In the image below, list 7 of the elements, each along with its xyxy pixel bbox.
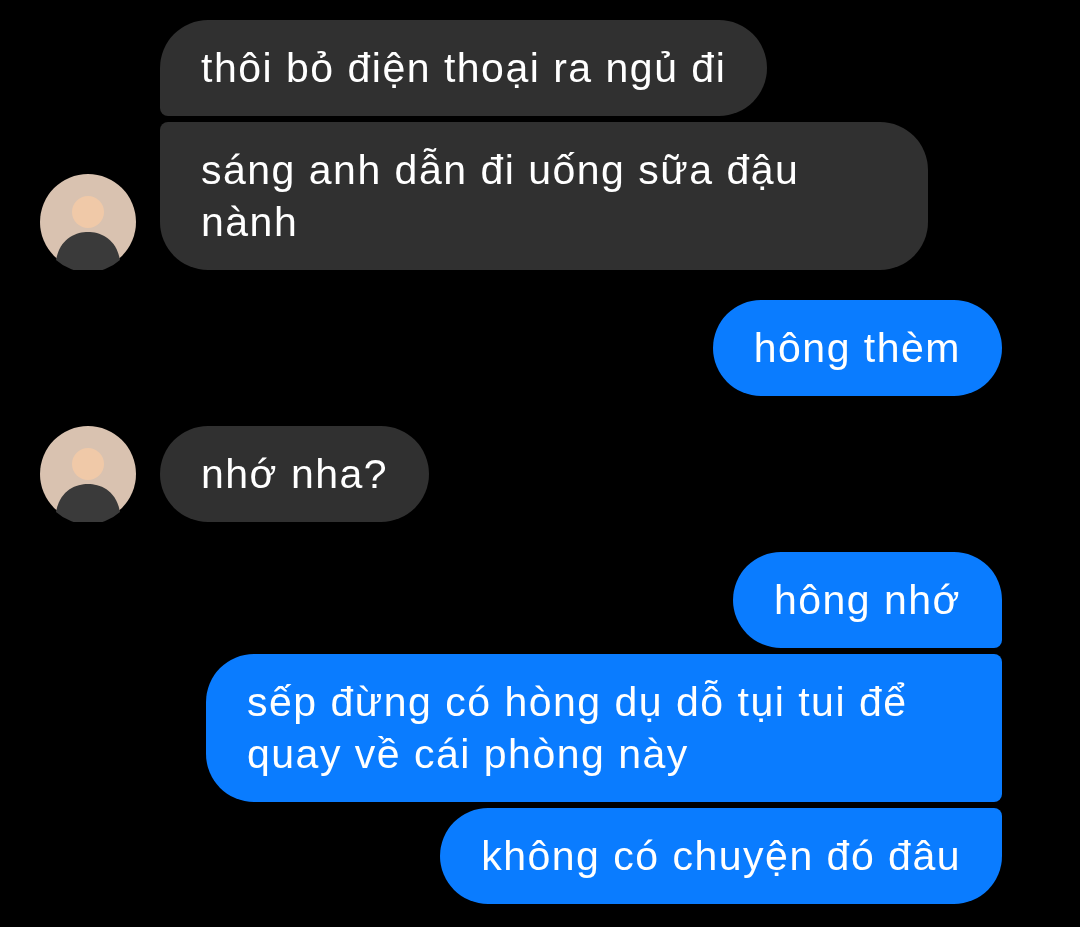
sent-message: không có chuyện đó đâu (440, 808, 1002, 904)
sent-message: hông thèm (712, 300, 1002, 396)
received-message: thôi bỏ điện thoại ra ngủ đi (160, 20, 768, 116)
received-message: sáng anh dẫn đi uống sữa đậu nành (160, 122, 928, 270)
sent-message: sếp đừng có hòng dụ dỗ tụi tui để quay về cái phòng này (206, 654, 1002, 802)
received-message: nhớ nha? (160, 426, 430, 522)
sent-message: hông nhớ (732, 552, 1002, 648)
